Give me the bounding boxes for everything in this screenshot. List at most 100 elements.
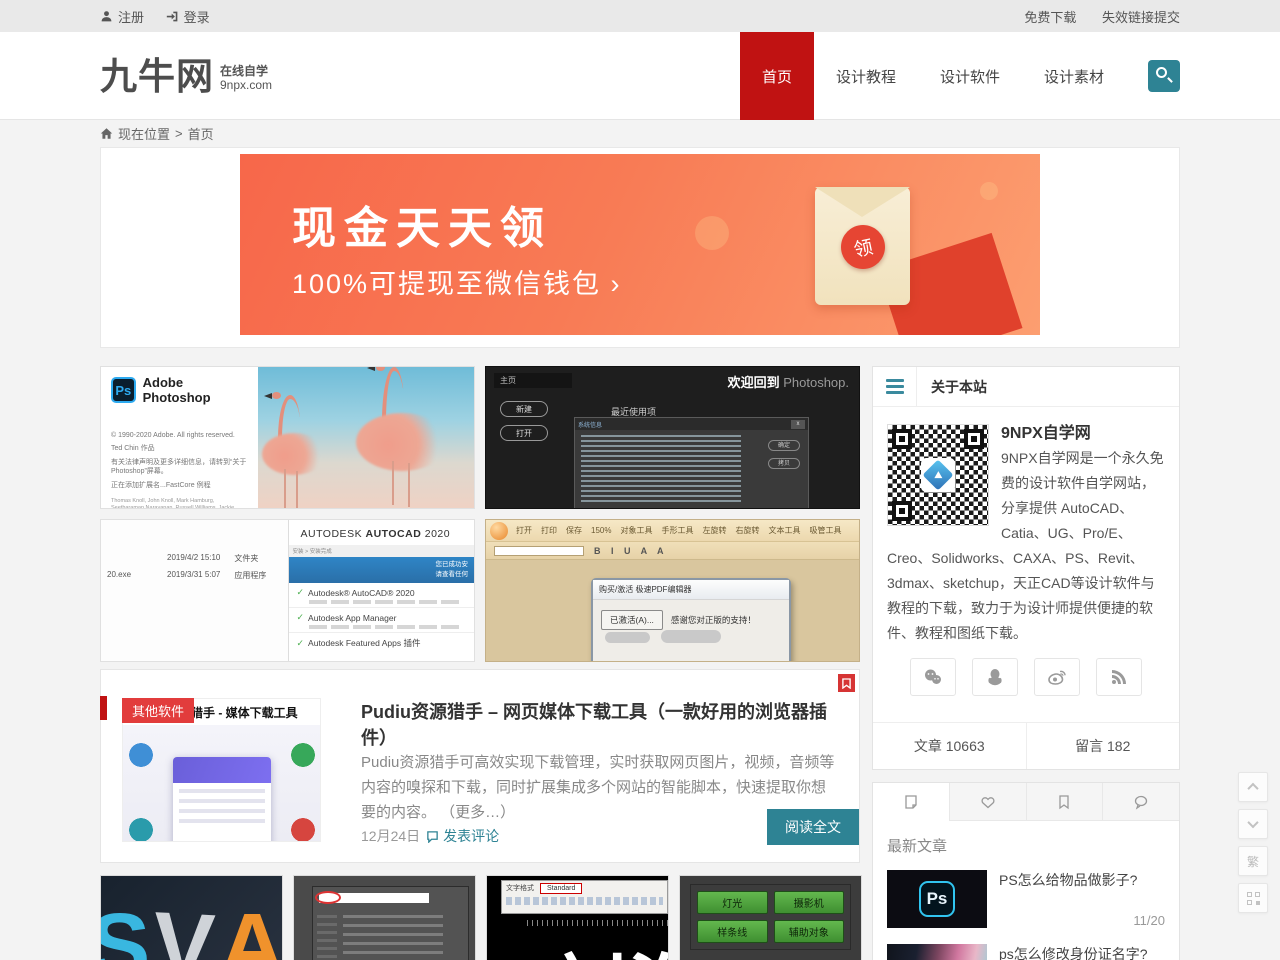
article-thumbnail: Ps xyxy=(887,870,987,928)
floating-toolbar: 繁 xyxy=(1238,772,1268,920)
ps-loading-status: 正在添加扩展名...FastCore 例程 xyxy=(111,481,248,490)
check-icon: ✓ xyxy=(297,587,305,598)
qq-button[interactable] xyxy=(972,658,1018,696)
promo-banner[interactable]: 现金天天领 100%可提现至微信钱包 › 领 xyxy=(240,154,1040,335)
user-icon xyxy=(100,10,113,23)
article-thumb-photoshop-splash[interactable]: Ps Adobe Photoshop © 1990-2020 Adobe. Al… xyxy=(100,366,475,509)
tab-bookmarks[interactable] xyxy=(1026,783,1103,821)
ps-legal: 有关法律声明及更多详细信息，请转到“关于 Photoshop”屏幕。 xyxy=(111,458,248,477)
search-button[interactable] xyxy=(1148,60,1180,92)
rss-button[interactable] xyxy=(1096,658,1142,696)
wechat-icon xyxy=(923,667,943,687)
about-widget: 关于本站 9NPX自学网 9NPX自学网是一个永久免费的设计软件自学网站，分享提… xyxy=(872,366,1180,770)
weibo-button[interactable] xyxy=(1034,658,1080,696)
letter-s: S xyxy=(100,894,150,960)
hamburger-menu-icon[interactable] xyxy=(873,367,917,407)
traditional-chinese-toggle[interactable]: 繁 xyxy=(1238,846,1268,876)
autocad-installer-panel: AUTODESK AUTOCAD 2020 安装 > 安装完成 您已成功安请查看… xyxy=(288,520,475,661)
site-logo[interactable]: 九牛网 在线自学 9npx.com xyxy=(100,58,272,95)
letter-v: V xyxy=(150,892,217,960)
check-icon: ✓ xyxy=(297,638,305,649)
article-thumb-pdf-editor[interactable]: 打开打印保存150%对象工具手形工具左旋转右旋转文本工具吸管工具 B I U A… xyxy=(485,519,860,662)
settings-dialog xyxy=(312,886,469,960)
weibo-icon xyxy=(1047,667,1067,687)
category-badge[interactable]: 其他软件 xyxy=(122,698,194,723)
sidebar-article-2[interactable]: ps怎么修改身份证名字? xyxy=(887,944,1165,960)
nav-item-software[interactable]: 设计软件 xyxy=(918,32,1022,120)
article-date: 12月24日 xyxy=(361,826,420,846)
article-thumb-adobe-letters[interactable]: S V A xyxy=(100,875,283,960)
articles-stat[interactable]: 文章 10663 xyxy=(873,723,1026,769)
file-type: 应用程序 xyxy=(234,570,266,581)
comment-icon xyxy=(1133,794,1149,810)
main-column: Ps Adobe Photoshop © 1990-2020 Adobe. Al… xyxy=(100,366,860,960)
tab-popular[interactable] xyxy=(949,783,1026,821)
article-thumb-autocad-2020[interactable]: 2019/4/2 15:10 文件夹 20.exe 2019/3/31 5:07… xyxy=(100,519,475,662)
article-thumb-ps-settings[interactable] xyxy=(293,875,476,960)
ps-copyright: © 1990-2020 Adobe. All rights reserved. xyxy=(111,431,248,440)
red-envelope-illustration: 领 xyxy=(815,187,910,305)
file-date: 2019/3/31 5:07 xyxy=(167,570,220,581)
broken-link-submit-link[interactable]: 失效链接提交 xyxy=(1102,7,1180,26)
comment-icon xyxy=(426,830,439,843)
sidebar-article-1[interactable]: Ps PS怎么给物品做影子? 11/20 xyxy=(887,870,1165,928)
free-download-link[interactable]: 免费下载 xyxy=(1024,7,1076,26)
wechat-button[interactable] xyxy=(910,658,956,696)
note-icon xyxy=(903,794,919,810)
login-link[interactable]: 登录 xyxy=(166,7,210,26)
pdf-format-toolbar: B I U A A xyxy=(486,542,859,560)
text-format-toolbar: 文字格式 Standard xyxy=(501,880,668,914)
close-icon: x xyxy=(791,420,805,429)
rss-icon xyxy=(1109,667,1129,687)
tab-latest[interactable] xyxy=(873,783,949,821)
bookmark-icon[interactable] xyxy=(838,674,855,692)
breadcrumb-current[interactable]: 首页 xyxy=(188,124,214,143)
ps-home-tab: 主页 xyxy=(494,373,572,388)
ps-app-name: Adobe Photoshop xyxy=(143,375,248,405)
ps-credits-names: Thomas Knoll, John Knoll, Mark Hamburg, … xyxy=(111,498,248,509)
read-more-button[interactable]: 阅读全文 xyxy=(767,809,859,845)
nav-item-home[interactable]: 首页 xyxy=(740,32,814,120)
ps-logo: Ps xyxy=(919,881,955,917)
format-buttons: B I U A A xyxy=(594,546,668,556)
register-link[interactable]: 注册 xyxy=(100,7,144,26)
tab-comments[interactable] xyxy=(1102,783,1179,821)
logo-text: 九牛网 xyxy=(100,58,214,95)
nav-item-tutorials[interactable]: 设计教程 xyxy=(814,32,918,120)
article-title: PS怎么给物品做影子? xyxy=(999,870,1165,890)
article-thumbnails-grid: Ps Adobe Photoshop © 1990-2020 Adobe. Al… xyxy=(100,366,860,662)
pdf-activate-dialog: 购买/激活 极速PDF编辑器 已激活(A)... 感谢您对正版的支持！ xyxy=(591,578,791,662)
article-thumb-cad-text[interactable]: 文字格式 Standard 刘海 xyxy=(486,875,669,960)
login-label: 登录 xyxy=(184,7,210,26)
scroll-to-bottom-button[interactable] xyxy=(1238,809,1268,839)
latest-articles-title: 最新文章 xyxy=(887,835,1165,856)
topbar: 注册 登录 免费下载 失效链接提交 xyxy=(0,0,1280,32)
copy-button: 拷贝 xyxy=(768,458,800,469)
letter-a: A xyxy=(219,894,283,960)
nav-item-materials[interactable]: 设计素材 xyxy=(1022,32,1126,120)
banner-box: 现金天天领 100%可提现至微信钱包 › 领 xyxy=(100,147,1180,348)
style-dropdown: Standard xyxy=(540,883,582,894)
dialog-title: 购买/激活 极速PDF编辑器 xyxy=(593,580,789,600)
installed-item: Autodesk Featured Apps 插件 xyxy=(308,637,420,649)
comments-stat[interactable]: 留言 182 xyxy=(1026,723,1180,769)
thanks-text: 感谢您对正版的支持！ xyxy=(671,614,756,626)
article-thumb-photoshop-welcome[interactable]: 主页 欢迎回到 Photoshop. 新建 打开 最近使用项 系统信息 x 确定… xyxy=(485,366,860,509)
breadcrumb: 现在位置 > 首页 xyxy=(100,120,1180,147)
qq-icon xyxy=(985,667,1005,687)
qr-code xyxy=(887,424,989,526)
article-title: ps怎么修改身份证名字? xyxy=(999,944,1165,960)
logo-domain: 9npx.com xyxy=(220,78,272,92)
scroll-to-top-button[interactable] xyxy=(1238,772,1268,802)
app-menu-orb xyxy=(490,522,508,540)
comment-link[interactable]: 发表评论 xyxy=(426,826,499,846)
article-thumbnail xyxy=(887,944,987,960)
site-header: 九牛网 在线自学 9npx.com 首页 设计教程 设计软件 设计素材 xyxy=(0,32,1280,120)
autocad-brand: AUTODESK AUTOCAD 2020 xyxy=(289,520,475,545)
qr-code-button[interactable] xyxy=(1238,883,1268,913)
article-thumb-3dsmax-ui[interactable]: 灯光 摄影机 样条线 辅助对象 首选项: 塌陷堆栈 动画 xyxy=(679,875,862,960)
ps-splash-info-panel: Ps Adobe Photoshop © 1990-2020 Adobe. Al… xyxy=(101,367,258,508)
article-title[interactable]: Pudiu资源猎手 – 网页媒体下载工具（一款好用的浏览器插件） xyxy=(361,702,827,748)
article-meta: 12月24日 发表评论 xyxy=(361,826,499,846)
ps-open-button: 打开 xyxy=(500,425,548,441)
